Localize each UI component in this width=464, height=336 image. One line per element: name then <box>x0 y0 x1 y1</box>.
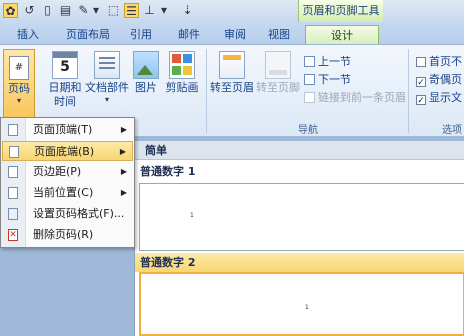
link-to-previous-button[interactable]: 链接到前一条页眉 <box>304 89 406 105</box>
delete-icon: ✕ <box>8 229 18 241</box>
sample-page-number: 1 <box>190 212 194 219</box>
new-document-icon[interactable]: ▯ <box>40 3 55 18</box>
format-page-number-icon <box>8 208 18 220</box>
clipart-button[interactable]: 剪贴画 <box>162 51 202 95</box>
gallery-section-title: 简单 <box>135 141 464 160</box>
link-to-previous-label: 链接到前一条页眉 <box>318 91 406 104</box>
tab-view[interactable]: 视图 <box>262 25 296 44</box>
next-section-icon <box>304 74 315 85</box>
goto-footer-button[interactable]: 转至页脚 <box>256 51 300 95</box>
odd-even-option[interactable]: ✓ 奇偶页 <box>416 71 462 88</box>
calendar-icon: 5 <box>52 51 78 79</box>
submenu-arrow-icon: ▶ <box>120 188 127 197</box>
menu-item-remove-page-numbers[interactable]: ✕ 删除页码(R) <box>2 225 133 245</box>
sample-page-number: 1 <box>305 304 309 311</box>
goto-header-button[interactable]: 转至页眉 <box>210 51 254 95</box>
goto-footer-label: 转至页脚 <box>256 81 300 94</box>
next-section-label: 下一节 <box>318 73 351 86</box>
page-bottom-icon <box>9 146 19 158</box>
menu-item-bottom-of-page[interactable]: 页面底端(B) ▶ <box>2 141 133 161</box>
undo-icon[interactable]: ↺ <box>22 3 37 18</box>
ribbon-tabs: 插入 页面布局 引用 邮件 审阅 视图 设计 <box>0 22 464 44</box>
date-time-label-2: 时间 <box>54 95 76 108</box>
chevron-down-icon: ▾ <box>16 96 21 105</box>
clipart-label: 剪贴画 <box>165 81 199 94</box>
first-page-checkbox[interactable] <box>416 57 426 67</box>
first-page-option[interactable]: 首页不 <box>416 53 462 69</box>
tab-page-layout[interactable]: 页面布局 <box>60 25 116 44</box>
document-parts-label: 文档部件 <box>85 81 129 94</box>
group-separator <box>408 49 409 133</box>
submenu-arrow-icon: ▶ <box>119 147 126 156</box>
picture-icon <box>133 51 159 79</box>
document-parts-button[interactable]: 文档部件 ▾ <box>84 51 130 104</box>
customize-qat-icon[interactable]: ⇣ <box>180 3 195 18</box>
page-number-icon: # <box>9 56 29 80</box>
tab-references[interactable]: 引用 <box>124 25 158 44</box>
picture-button[interactable]: 图片 <box>132 51 160 95</box>
tab-insert[interactable]: 插入 <box>8 25 48 44</box>
next-section-button[interactable]: 下一节 <box>304 71 351 87</box>
gallery-item-plain-number-2[interactable]: 1 <box>139 272 464 336</box>
tab-mailings[interactable]: 邮件 <box>172 25 206 44</box>
first-page-label: 首页不 <box>429 55 462 68</box>
tab-design[interactable]: 设计 <box>305 25 379 44</box>
show-text-checkbox[interactable]: ✓ <box>416 95 426 106</box>
date-time-button[interactable]: 5 日期和 时间 <box>46 51 84 109</box>
gallery-item-plain-number-1[interactable]: 1 <box>139 183 464 251</box>
more-dropdown-icon[interactable]: ▾ <box>160 3 168 18</box>
menu-item-format-page-numbers[interactable]: 设置页码格式(F)... <box>2 204 133 224</box>
print-icon[interactable]: ▤ <box>58 3 73 18</box>
odd-even-label: 奇偶页 <box>429 73 462 86</box>
submenu-arrow-icon: ▶ <box>120 125 127 134</box>
group-separator <box>206 49 207 133</box>
previous-section-icon <box>304 56 315 67</box>
page-top-icon <box>8 124 18 136</box>
gallery-item-title: 普通数字 1 <box>140 165 196 178</box>
date-time-label-1: 日期和 <box>48 81 82 94</box>
odd-even-checkbox[interactable]: ✓ <box>416 77 426 88</box>
office-logo-icon[interactable]: ✿ <box>3 3 18 18</box>
menu-item-page-margins[interactable]: 页边距(P) ▶ <box>2 162 133 182</box>
current-position-icon <box>8 187 18 199</box>
align-left-icon[interactable]: ☰ <box>124 3 139 18</box>
format-painter-icon[interactable]: ✎ <box>76 3 91 18</box>
link-to-previous-icon <box>304 92 315 103</box>
tab-stops-icon[interactable]: ⊥ <box>142 3 157 18</box>
navigation-group-label: 导航 <box>298 125 318 136</box>
quick-access-toolbar: ✿ ↺ ▯ ▤ ✎ ▾ ⬚ ☰ ⊥ ▾ ⇣ <box>0 0 464 23</box>
goto-header-icon <box>219 51 245 79</box>
menu-item-current-position[interactable]: 当前位置(C) ▶ <box>2 183 133 203</box>
goto-footer-icon <box>265 51 291 79</box>
page-number-label: 页码 <box>8 82 30 95</box>
show-text-option[interactable]: ✓ 显示文 <box>416 89 462 106</box>
clipart-icon <box>169 51 195 79</box>
gallery-item-title: 普通数字 2 <box>135 253 464 272</box>
chevron-down-icon: ▾ <box>104 95 109 104</box>
page-number-button[interactable]: # 页码 ▾ <box>3 49 35 121</box>
page-margins-icon <box>8 166 18 178</box>
show-text-label: 显示文 <box>429 91 462 104</box>
previous-section-button[interactable]: 上一节 <box>304 53 351 69</box>
previous-section-label: 上一节 <box>318 55 351 68</box>
page-bottom-gallery: 简单 普通数字 1 1 普通数字 2 1 <box>134 141 464 336</box>
options-group-label: 选项 <box>442 125 462 136</box>
goto-header-label: 转至页眉 <box>210 81 254 94</box>
contextual-tab-group-title: 页眉和页脚工具 <box>298 0 383 22</box>
picture-label: 图片 <box>135 81 157 94</box>
submenu-arrow-icon: ▶ <box>120 167 127 176</box>
page-number-menu: 页面顶端(T) ▶ 页面底端(B) ▶ 页边距(P) ▶ 当前位置(C) ▶ 设… <box>0 117 135 248</box>
select-icon[interactable]: ⬚ <box>106 3 121 18</box>
tab-review[interactable]: 审阅 <box>218 25 252 44</box>
document-parts-icon <box>94 51 120 79</box>
menu-item-top-of-page[interactable]: 页面顶端(T) ▶ <box>2 120 133 140</box>
dropdown-arrow-icon[interactable]: ▾ <box>92 3 100 18</box>
